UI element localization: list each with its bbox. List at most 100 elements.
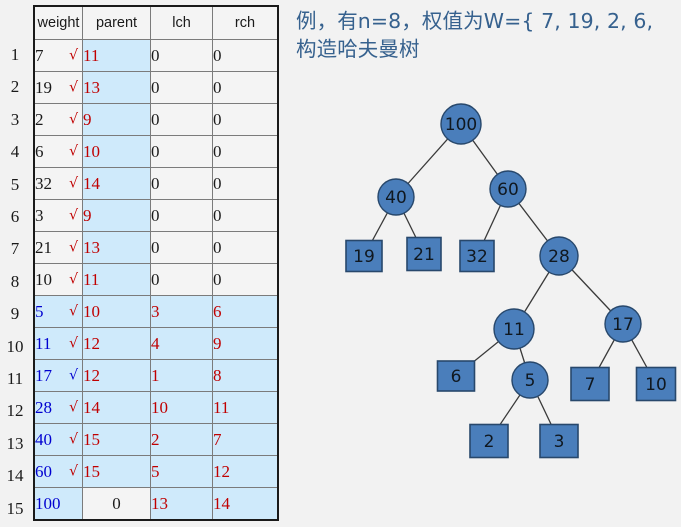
- tree-node-leaf: 6: [436, 360, 476, 392]
- cell-weight: 2 √: [33, 103, 83, 136]
- table-row: 28 √ 14 10 11: [33, 391, 279, 424]
- node-label: 100: [445, 115, 477, 135]
- checkmark-icon: √: [69, 463, 78, 480]
- column-header-parent: parent: [82, 5, 151, 40]
- cell-lch: 1: [150, 359, 213, 392]
- table-row: 7 √ 11 0 0: [33, 39, 279, 72]
- cell-weight: 7 √: [33, 39, 83, 72]
- checkmark-icon: √: [69, 271, 78, 288]
- row-number: 5: [10, 174, 20, 194]
- cell-rch: 0: [212, 103, 279, 136]
- tree-node-leaf: 3: [539, 423, 579, 459]
- cell-lch: 2: [150, 423, 213, 456]
- cell-lch: 4: [150, 327, 213, 360]
- cell-weight: 10 √: [33, 263, 83, 296]
- cell-parent: 9: [82, 199, 151, 232]
- weight-value: 60: [35, 461, 52, 481]
- cell-lch: 0: [150, 231, 213, 264]
- cell-rch: 0: [212, 39, 279, 72]
- weight-value: 5: [35, 301, 44, 321]
- caption-line-1: 例，有n=8，权值为W={ 7, 19, 2, 6,: [296, 9, 654, 33]
- row-number: 10: [6, 336, 24, 356]
- checkmark-icon: √: [69, 239, 78, 256]
- node-label: 40: [385, 188, 407, 208]
- cell-weight: 21 √: [33, 231, 83, 264]
- cell-parent: 11: [82, 39, 151, 72]
- cell-lch: 10: [150, 391, 213, 424]
- table-row: 2 √ 9 0 0: [33, 103, 279, 136]
- table-row: 10 √ 11 0 0: [33, 263, 279, 296]
- cell-weight: 3 √: [33, 199, 83, 232]
- weight-value: 21: [35, 237, 52, 257]
- cell-weight: 19 √: [33, 71, 83, 104]
- table-row: 100 0 13 14: [33, 487, 279, 521]
- checkmark-icon: √: [69, 335, 78, 352]
- row-number: 3: [10, 109, 20, 129]
- cell-rch: 12: [212, 455, 279, 488]
- checkmark-icon: √: [69, 111, 78, 128]
- cell-rch: 0: [212, 167, 279, 200]
- cell-weight: 6 √: [33, 135, 83, 168]
- tree-node-leaf: 2: [469, 423, 509, 459]
- cell-parent: 15: [82, 455, 151, 488]
- cell-weight: 40 √: [33, 423, 83, 456]
- cell-weight: 100: [33, 487, 83, 521]
- node-label: 32: [466, 247, 488, 267]
- row-number: 6: [10, 207, 20, 226]
- tree-node-leaf: 21: [406, 236, 442, 272]
- node-label: 60: [497, 180, 519, 200]
- tree-svg: 100 40 60 19 21 32 28 11 17 6 5 7 10 2 3: [345, 103, 677, 459]
- cell-rch: 0: [212, 263, 279, 296]
- tree-node-internal: 40: [377, 178, 415, 216]
- row-number: 14: [6, 466, 24, 486]
- cell-weight: 60 √: [33, 455, 83, 488]
- weight-value: 19: [35, 77, 52, 97]
- node-label: 17: [612, 315, 634, 335]
- cell-rch: 0: [212, 231, 279, 264]
- node-label: 11: [503, 320, 525, 340]
- cell-lch: 0: [150, 135, 213, 168]
- weight-value: 40: [35, 429, 52, 449]
- example-caption: 例，有n=8，权值为W={ 7, 19, 2, 6, 构造哈夫曼树: [296, 8, 681, 63]
- cell-parent: 10: [82, 295, 151, 328]
- weight-value: 17: [35, 365, 52, 385]
- cell-rch: 0: [212, 135, 279, 168]
- weight-value: 32: [35, 173, 52, 193]
- cell-lch: 0: [150, 199, 213, 232]
- cell-rch: 14: [212, 487, 279, 521]
- cell-rch: 8: [212, 359, 279, 392]
- node-label: 28: [548, 247, 570, 267]
- huffman-table: weight parent lch rch 7 √ 11 0 0 19 √ 13 0 0 2 √ 9 0 0…: [33, 5, 279, 521]
- cell-rch: 6: [212, 295, 279, 328]
- table-row: 21 √ 13 0 0: [33, 231, 279, 264]
- row-number: 15: [6, 498, 24, 518]
- row-number: 9: [10, 304, 20, 324]
- cell-parent: 14: [82, 391, 151, 424]
- table-row: 11 √ 12 4 9: [33, 327, 279, 360]
- node-label: 21: [413, 245, 435, 265]
- cell-rch: 0: [212, 71, 279, 104]
- cell-parent: 9: [82, 103, 151, 136]
- row-number: 2: [10, 77, 20, 97]
- cell-parent: 12: [82, 327, 151, 360]
- tree-node-leaf: 10: [635, 366, 677, 402]
- node-label: 6: [451, 367, 462, 387]
- weight-value: 2: [35, 109, 44, 129]
- huffman-table-panel: 1 2 3 4 5 6 7 8 9 10 11 12 13 14 15 weight parent lch …: [0, 0, 290, 527]
- column-header-lch: lch: [150, 5, 213, 40]
- weight-value: 7: [35, 45, 44, 65]
- table-row: 40 √ 15 2 7: [33, 423, 279, 456]
- table-row: 3 √ 9 0 0: [33, 199, 279, 232]
- row-number: 1: [10, 45, 20, 64]
- checkmark-icon: √: [69, 431, 78, 448]
- row-number: 4: [10, 142, 20, 162]
- cell-weight: 5 √: [33, 295, 83, 328]
- cell-parent: 13: [82, 71, 151, 104]
- table-row: 32 √ 14 0 0: [33, 167, 279, 200]
- cell-lch: 0: [150, 39, 213, 72]
- caption-line-2: 构造哈夫曼树: [296, 36, 420, 61]
- table-row: 5 √ 10 3 6: [33, 295, 279, 328]
- node-label: 2: [484, 432, 495, 452]
- checkmark-icon: √: [69, 367, 78, 384]
- weight-value: 3: [35, 205, 44, 225]
